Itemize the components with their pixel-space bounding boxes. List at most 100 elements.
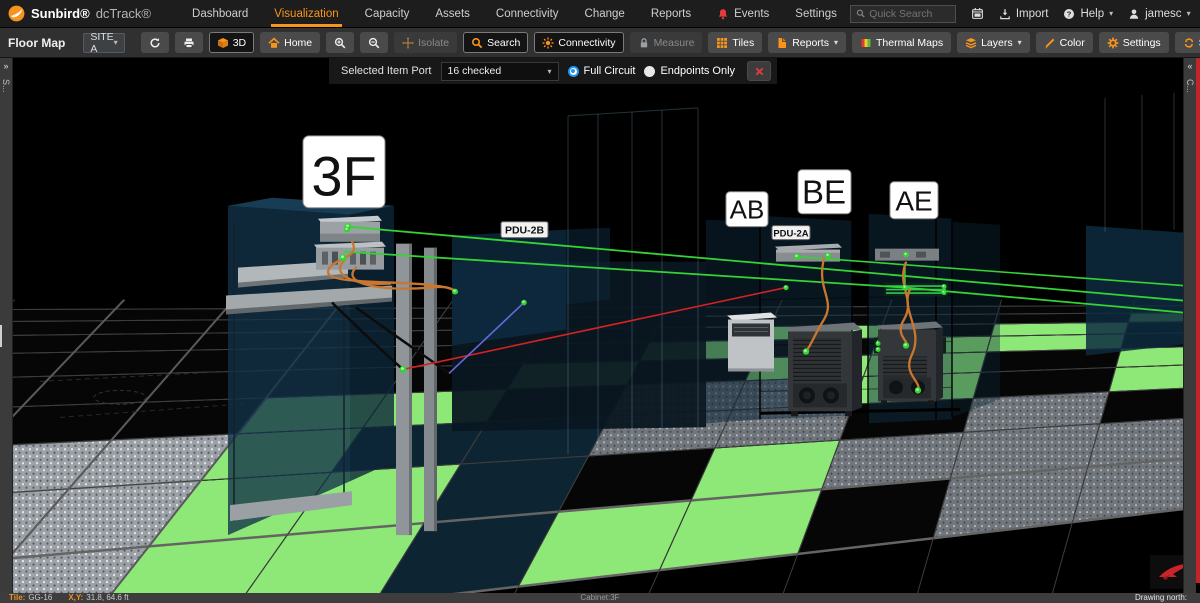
status-left: Tile: GG-16 X,Y: 31.8, 64.6 ft [9, 593, 129, 603]
home-button[interactable]: Home [260, 32, 320, 53]
nav-item-assets[interactable]: Assets [422, 0, 483, 27]
color-button[interactable]: Color [1036, 32, 1093, 53]
scene-wrap: 3F AB BE AE PDU-2B [13, 58, 1183, 593]
endpoints-only-radio[interactable]: Endpoints Only [644, 65, 735, 77]
floor-map-3d-scene[interactable]: 3F AB BE AE PDU-2B [13, 58, 1183, 593]
nav-item-label: Connectivity [496, 8, 559, 20]
nav-item-capacity[interactable]: Capacity [352, 0, 423, 27]
connectivity-button[interactable]: Connectivity [534, 32, 623, 53]
nav-item-label: Change [585, 8, 625, 20]
cabinet-label-ae[interactable]: AE [890, 182, 938, 219]
nav-item-label: Visualization [274, 8, 338, 20]
chevron-down-icon: ▾ [1018, 38, 1022, 47]
main-nav: Dashboard Visualization Capacity Assets Conn… [179, 0, 850, 27]
page-title: Floor Map [8, 36, 65, 50]
nav-item-label: Settings [795, 8, 837, 20]
import-button[interactable]: Import [999, 8, 1049, 20]
sync-icon [1183, 37, 1195, 49]
chevron-down-icon: ▾ [547, 67, 551, 76]
status-bar: Cabinet:3F Tile: GG-16 X,Y: 31.8, 64.6 f… [0, 593, 1200, 603]
search-label: Search [487, 37, 520, 49]
close-panel-button[interactable] [747, 61, 771, 81]
view-3d-button[interactable]: 3D [209, 32, 254, 53]
nav-item-settings[interactable]: Settings [782, 0, 850, 27]
zoom-out-button[interactable] [360, 32, 388, 53]
svg-text:BE: BE [802, 174, 846, 211]
sunbird-logo-icon [8, 5, 25, 22]
floor-map-toolbar: Floor Map SITE A ▾ 3D Home Isolate Search Co… [0, 28, 1200, 58]
connectivity-label: Connectivity [558, 37, 615, 49]
refresh-button[interactable] [141, 32, 169, 53]
port-checked-select[interactable]: 16 checked ▾ [441, 62, 559, 81]
nav-item-label: Dashboard [192, 8, 248, 20]
svg-text:AE: AE [895, 186, 932, 217]
reports-button[interactable]: Reports▾ [768, 32, 846, 53]
crac-unit[interactable] [727, 313, 777, 372]
pdu-label-2b[interactable]: PDU-2B [501, 222, 548, 238]
nav-item-label: Capacity [365, 8, 410, 20]
settings-label: Settings [1123, 37, 1161, 49]
site-select[interactable]: SITE A ▾ [83, 33, 124, 53]
close-icon [754, 66, 765, 77]
reports-label: Reports [792, 37, 829, 49]
calendar-button[interactable] [971, 7, 984, 20]
full-circuit-radio[interactable]: Full Circuit [568, 65, 636, 77]
radio-unselected-icon[interactable] [644, 66, 655, 77]
cube-icon [217, 37, 229, 49]
brush-icon [1044, 37, 1056, 49]
user-label: jamesc [1145, 8, 1181, 20]
user-icon [1128, 8, 1140, 20]
radio-selected-icon[interactable] [568, 66, 579, 77]
isolate-label: Isolate [418, 37, 449, 49]
pdu-label-2a[interactable]: PDU-2A [772, 226, 810, 240]
search-button[interactable]: Search [463, 32, 528, 53]
isolate-button[interactable]: Isolate [394, 32, 457, 53]
import-label: Import [1016, 8, 1049, 20]
nav-item-visualization[interactable]: Visualization [261, 0, 351, 27]
sync-button[interactable]: Sync [1175, 32, 1200, 53]
measure-button[interactable]: Measure [630, 32, 703, 53]
chevron-down-icon: ▾ [114, 38, 118, 47]
cabinet-label-ab[interactable]: AB [726, 192, 768, 227]
cabinet-label-be[interactable]: BE [798, 170, 851, 214]
quick-search[interactable] [850, 5, 956, 23]
user-menu[interactable]: jamesc ▾ [1128, 8, 1190, 20]
expand-right-icon[interactable]: » [3, 62, 8, 71]
scene-corner-logo [1150, 555, 1183, 589]
help-label: Help [1080, 8, 1104, 20]
scrollbar-thumb[interactable] [0, 325, 2, 347]
print-button[interactable] [175, 32, 203, 53]
settings-button[interactable]: Settings [1099, 32, 1169, 53]
bell-icon [717, 8, 729, 20]
right-panel-label: C... [1185, 79, 1195, 93]
nav-item-connectivity[interactable]: Connectivity [483, 0, 572, 27]
svg-text:PDU-2B: PDU-2B [505, 226, 544, 237]
tiles-label: Tiles [732, 37, 754, 49]
tile-value: GG-16 [28, 593, 52, 603]
thermal-maps-label: Thermal Maps [876, 37, 943, 49]
layers-button[interactable]: Layers▾ [957, 32, 1030, 53]
help-menu[interactable]: ? Help ▾ [1063, 8, 1113, 20]
port-checked-value: 16 checked [448, 65, 502, 77]
refresh-icon [149, 37, 161, 49]
rack-be[interactable] [786, 323, 862, 417]
right-collapsed-panel[interactable]: « C... [1183, 58, 1196, 593]
left-panel-label: S... [1, 79, 11, 93]
nav-item-events[interactable]: Events [704, 0, 782, 27]
thermal-maps-button[interactable]: Thermal Maps [852, 32, 951, 53]
zoom-out-icon [368, 37, 380, 49]
isolate-icon [402, 37, 414, 49]
help-icon: ? [1063, 8, 1075, 20]
zoom-in-button[interactable] [326, 32, 354, 53]
nav-item-reports[interactable]: Reports [638, 0, 704, 27]
print-icon [183, 37, 195, 49]
quick-search-input[interactable] [869, 8, 950, 20]
cabinet-label-3f[interactable]: 3F [303, 136, 385, 208]
selected-item-port-label: Selected Item Port [341, 65, 432, 77]
expand-left-icon[interactable]: « [1187, 62, 1192, 71]
nav-item-dashboard[interactable]: Dashboard [179, 0, 261, 27]
nav-item-change[interactable]: Change [572, 0, 638, 27]
selected-item-port-panel: Selected Item Port 16 checked ▾ Full Cir… [329, 58, 777, 84]
tiles-button[interactable]: Tiles [708, 32, 762, 53]
grid-icon [716, 37, 728, 49]
